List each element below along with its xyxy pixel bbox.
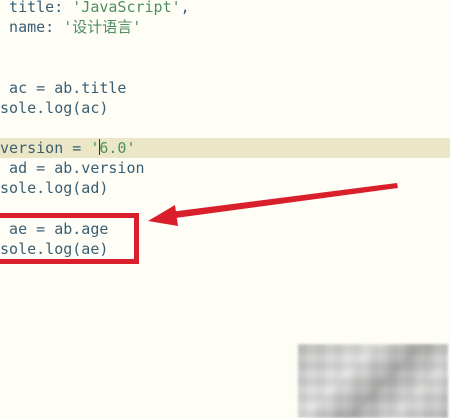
watermark-image	[298, 344, 448, 418]
code-editor[interactable]: title: 'JavaScript', name: '设计语言' t ac =…	[0, 0, 450, 418]
